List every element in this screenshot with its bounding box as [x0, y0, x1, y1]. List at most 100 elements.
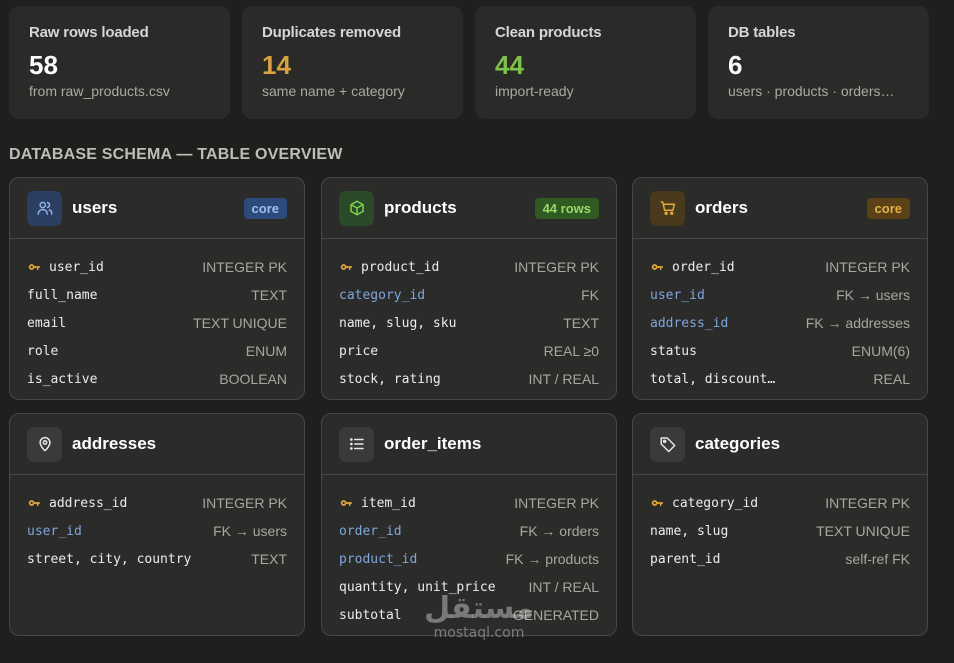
- column-row: role ENUM: [27, 337, 287, 365]
- column-name: total, discount…: [650, 371, 776, 387]
- stat-value: 44: [495, 50, 524, 80]
- column-name: email: [27, 315, 67, 331]
- key-icon: [651, 264, 663, 270]
- column-row: user_id FK → users: [27, 517, 287, 545]
- column-row: order_id INTEGER PK: [650, 253, 910, 281]
- column-type: FK → users: [836, 287, 910, 303]
- column-row: stock, rating INT / REAL: [339, 365, 599, 393]
- column-type: TEXT: [563, 315, 599, 331]
- column-row: product_id INTEGER PK: [339, 253, 599, 281]
- column-type: BOOLEAN: [219, 371, 287, 387]
- column-row: user_id INTEGER PK: [27, 253, 287, 281]
- column-type: TEXT UNIQUE: [193, 315, 287, 331]
- column-name: status: [650, 343, 697, 359]
- stat-value: 14: [262, 50, 291, 80]
- column-name: quantity, unit_price: [339, 579, 496, 595]
- column-type: FK: [581, 287, 599, 303]
- column-row: name, slug TEXT UNIQUE: [650, 517, 910, 545]
- column-row: status ENUM(6): [650, 337, 910, 365]
- column-list: order_id INTEGER PK user_id FK → users a…: [633, 239, 927, 393]
- stat-card-db-tables: DB tables 6 users · products · orders…: [708, 6, 929, 119]
- table-card-categories[interactable]: categories category_id INTEGER PK name, …: [632, 413, 928, 636]
- table-badge: core: [243, 197, 287, 219]
- column-row: name, slug, sku TEXT: [339, 309, 599, 337]
- column-type: REAL ≥0: [543, 343, 599, 359]
- column-row: price REAL ≥0: [339, 337, 599, 365]
- table-card-products[interactable]: products 44 rows product_id INTEGER PK c…: [321, 177, 617, 400]
- stat-label: Clean products: [495, 24, 602, 41]
- column-row: order_id FK → orders: [339, 517, 599, 545]
- table-card-addresses[interactable]: addresses address_id INTEGER PK user_id …: [9, 413, 305, 636]
- key-icon: [28, 500, 40, 506]
- column-list: item_id INTEGER PK order_id FK → orders …: [322, 475, 616, 629]
- column-type: INT / REAL: [528, 371, 599, 387]
- users-icon: [27, 190, 62, 226]
- table-card-header: categories: [633, 414, 927, 475]
- table-card-header: order_items: [322, 414, 616, 475]
- column-type: INTEGER PK: [514, 495, 599, 511]
- stat-label: DB tables: [728, 24, 796, 41]
- stats-row: Raw rows loaded 58 from raw_products.csv…: [9, 6, 929, 119]
- column-row: email TEXT UNIQUE: [27, 309, 287, 337]
- column-type: FK → users: [213, 523, 287, 539]
- column-row: product_id FK → products: [339, 545, 599, 573]
- map-pin-icon: [27, 426, 62, 462]
- table-name: categories: [695, 434, 781, 453]
- stat-sub: import-ready: [495, 83, 574, 99]
- column-name: product_id: [339, 260, 439, 275]
- column-name: name, slug, sku: [339, 315, 457, 331]
- column-list: product_id INTEGER PK category_id FK nam…: [322, 239, 616, 393]
- column-name: user_id: [27, 523, 82, 539]
- column-name: full_name: [27, 287, 98, 303]
- column-type: INTEGER PK: [825, 495, 910, 511]
- key-icon: [28, 264, 40, 270]
- key-icon: [340, 500, 352, 506]
- column-row: category_id INTEGER PK: [650, 489, 910, 517]
- stat-sub: same name + category: [262, 83, 405, 99]
- column-name: category_id: [339, 287, 426, 303]
- column-row: user_id FK → users: [650, 281, 910, 309]
- column-name: order_id: [650, 260, 735, 275]
- column-name-text: category_id: [672, 495, 759, 511]
- list-icon: [339, 426, 374, 462]
- column-name: price: [339, 343, 379, 359]
- stat-sub: users · products · orders…: [728, 83, 895, 99]
- column-type: FK → orders: [519, 523, 599, 539]
- column-list: address_id INTEGER PK user_id FK → users…: [10, 475, 304, 573]
- column-name-text: item_id: [361, 495, 416, 511]
- column-row: total, discount… REAL: [650, 365, 910, 393]
- cart-icon: [650, 190, 685, 226]
- column-type: self-ref FK: [845, 551, 910, 567]
- column-name: product_id: [339, 551, 418, 567]
- column-name-text: address_id: [49, 495, 128, 511]
- column-name: user_id: [27, 260, 104, 275]
- table-card-orders[interactable]: orders core order_id INTEGER PK user_id …: [632, 177, 928, 400]
- section-title: DATABASE SCHEMA — TABLE OVERVIEW: [9, 146, 343, 163]
- column-name: category_id: [650, 496, 758, 511]
- stat-label: Raw rows loaded: [29, 24, 149, 41]
- column-type: FK → addresses: [805, 315, 910, 331]
- table-name: order_items: [384, 434, 482, 453]
- table-card-order-items[interactable]: order_items item_id INTEGER PK order_id …: [321, 413, 617, 636]
- column-type: ENUM: [245, 343, 287, 359]
- column-name-text: product_id: [361, 259, 440, 275]
- table-card-users[interactable]: users core user_id INTEGER PK full_name …: [9, 177, 305, 400]
- column-type: REAL: [873, 371, 910, 387]
- column-row: subtotal GENERATED: [339, 601, 599, 629]
- column-name: parent_id: [650, 551, 721, 567]
- stat-card-duplicates: Duplicates removed 14 same name + catego…: [242, 6, 463, 119]
- column-row: address_id INTEGER PK: [27, 489, 287, 517]
- table-name: products: [384, 198, 457, 217]
- column-name: subtotal: [339, 607, 402, 623]
- column-type: INTEGER PK: [825, 259, 910, 275]
- table-card-header: addresses: [10, 414, 304, 475]
- table-card-header: orders core: [633, 178, 927, 239]
- column-type: TEXT: [251, 287, 287, 303]
- column-name: order_id: [339, 523, 402, 539]
- column-name: address_id: [650, 315, 729, 331]
- table-card-header: users core: [10, 178, 304, 239]
- column-row: category_id FK: [339, 281, 599, 309]
- column-type: INT / REAL: [528, 579, 599, 595]
- column-row: quantity, unit_price INT / REAL: [339, 573, 599, 601]
- column-row: address_id FK → addresses: [650, 309, 910, 337]
